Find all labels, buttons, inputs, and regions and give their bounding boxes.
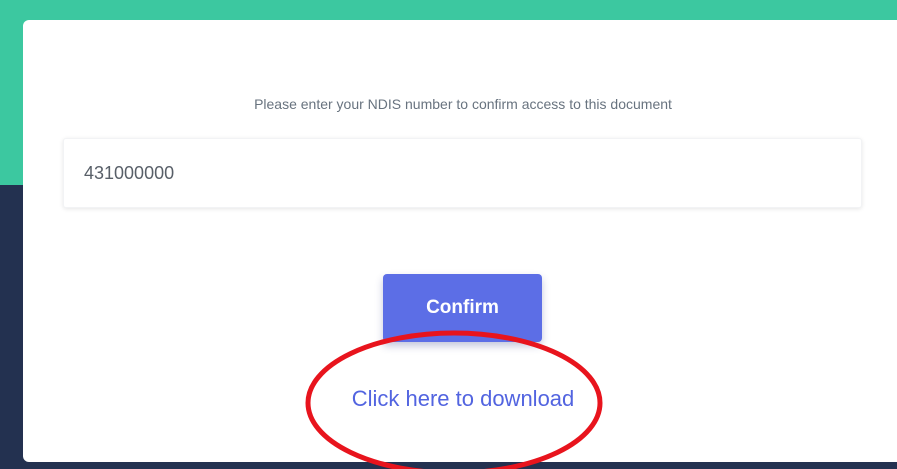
page: Please enter your NDIS number to confirm… [0,0,897,469]
access-prompt: Please enter your NDIS number to confirm… [254,96,672,112]
download-link[interactable]: Click here to download [323,386,603,412]
confirm-button[interactable]: Confirm [383,274,542,342]
access-card: Please enter your NDIS number to confirm… [23,20,897,462]
ndis-number-input[interactable] [63,138,862,208]
